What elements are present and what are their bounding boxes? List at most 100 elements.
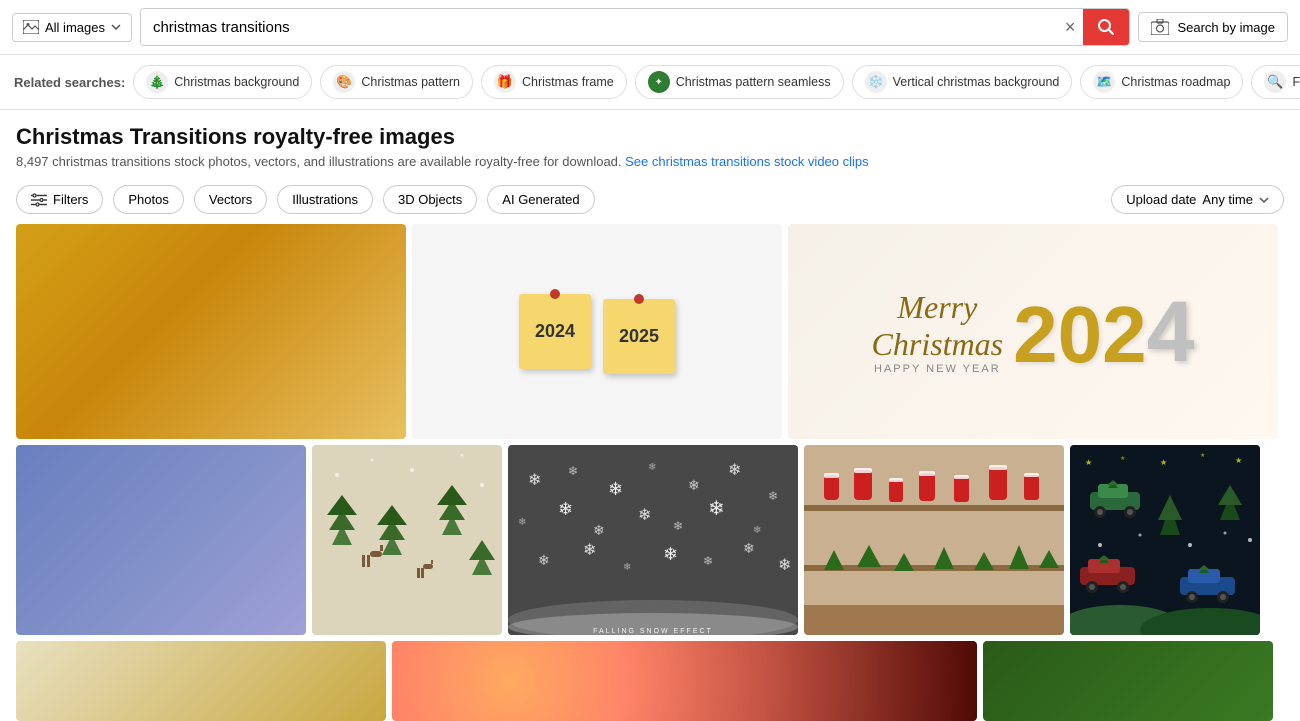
image-item-6[interactable]: ❄ ❄ ❄ ❄ ❄ ❄ ❄ ❄ ❄ ❄ ❄ ❄ ❄ ❄ ❄ ❄ ❄ ❄ ❄ ❄ [508, 445, 798, 635]
filters-label: Filters [53, 192, 88, 207]
santa-shelf-svg [804, 445, 1064, 635]
chip-label-fibers: Fibers [1292, 75, 1300, 89]
year-4-balloon: 4 [1147, 289, 1195, 375]
all-images-label: All images [45, 20, 105, 35]
chip-icon-vertical-christmas: ❄️ [865, 71, 887, 93]
search-input-wrapper: × [140, 8, 1130, 46]
vectors-filter-button[interactable]: Vectors [194, 185, 267, 214]
chip-label-christmas-background: Christmas background [174, 75, 299, 89]
merry-christmas-text: MerryChristmas [872, 289, 1004, 363]
year-numbers-block: 202 4 [1013, 289, 1194, 375]
deer-pattern-svg [312, 445, 502, 635]
svg-text:❄: ❄ [528, 472, 541, 489]
svg-text:❄: ❄ [743, 540, 755, 556]
subtitle-text: 8,497 christmas transitions stock photos… [16, 154, 622, 169]
year-2024-big: 202 [1013, 295, 1146, 375]
chip-icon-christmas-background: 🎄 [146, 71, 168, 93]
upload-date-button[interactable]: Upload date Any time [1111, 185, 1284, 214]
svg-text:❄: ❄ [778, 557, 791, 574]
all-images-button[interactable]: All images [12, 13, 132, 42]
chip-label-christmas-roadmap: Christmas roadmap [1121, 75, 1230, 89]
svg-text:FALLING SNOW EFFECT: FALLING SNOW EFFECT [593, 628, 713, 635]
3d-objects-filter-button[interactable]: 3D Objects [383, 185, 477, 214]
cars-pattern-svg: ★ ★ ★ ★ ★ [1070, 445, 1260, 635]
chevron-down-icon [111, 24, 121, 30]
search-button[interactable] [1083, 8, 1129, 46]
image-row-1: 2024 2025 MerryChristmas HAPPY NEW YEAR … [16, 224, 1284, 439]
chip-icon-christmas-pattern-seamless: ✦ [648, 71, 670, 93]
search-input[interactable] [141, 9, 1057, 45]
image-item-8[interactable]: ★ ★ ★ ★ ★ [1070, 445, 1260, 635]
sticky-note-2025: 2025 [603, 299, 675, 374]
svg-text:★: ★ [1200, 452, 1205, 459]
pin-icon-2025 [634, 294, 644, 304]
image-item-7[interactable] [804, 445, 1064, 635]
svg-text:❄: ❄ [638, 507, 651, 524]
illustrations-filter-button[interactable]: Illustrations [277, 185, 373, 214]
christmas-text-block: MerryChristmas HAPPY NEW YEAR [872, 289, 1014, 375]
svg-text:❄: ❄ [538, 552, 550, 568]
image-item-3[interactable]: MerryChristmas HAPPY NEW YEAR 202 4 [788, 224, 1278, 439]
image-item-4[interactable] [16, 445, 306, 635]
filters-main-button[interactable]: Filters [16, 185, 103, 214]
vectors-label: Vectors [209, 192, 252, 207]
image-item-9[interactable] [16, 641, 386, 721]
svg-text:❄: ❄ [663, 544, 678, 564]
chip-icon-christmas-roadmap: 🗺️ [1093, 71, 1115, 93]
snowflakes-svg: ❄ ❄ ❄ ❄ ❄ ❄ ❄ ❄ ❄ ❄ ❄ ❄ ❄ ❄ ❄ ❄ ❄ ❄ ❄ ❄ [508, 445, 798, 635]
search-by-image-button[interactable]: Search by image [1138, 12, 1288, 42]
svg-text:★: ★ [1120, 455, 1125, 462]
related-searches-bar: Related searches: 🎄 Christmas background… [0, 55, 1300, 110]
video-clips-link[interactable]: See christmas transitions stock video cl… [625, 154, 868, 169]
year-2025-label: 2025 [619, 326, 659, 347]
image-row-3 [16, 641, 1284, 721]
chip-label-christmas-frame: Christmas frame [522, 75, 614, 89]
image-item-10[interactable] [392, 641, 977, 721]
photos-filter-button[interactable]: Photos [113, 185, 183, 214]
camera-icon [1151, 19, 1169, 35]
chip-label-vertical-christmas: Vertical christmas background [893, 75, 1060, 89]
upload-date-wrapper: Upload date Any time [1111, 185, 1284, 214]
svg-text:❄: ❄ [568, 464, 578, 478]
svg-text:❄: ❄ [708, 498, 725, 520]
chip-christmas-background[interactable]: 🎄 Christmas background [133, 65, 312, 99]
clear-button[interactable]: × [1057, 17, 1084, 38]
chip-christmas-frame[interactable]: 🎁 Christmas frame [481, 65, 627, 99]
page-title-section: Christmas Transitions royalty-free image… [0, 110, 1300, 175]
svg-text:❄: ❄ [583, 542, 596, 559]
image-item-5[interactable] [312, 445, 502, 635]
search-icon [1097, 18, 1115, 36]
photos-label: Photos [128, 192, 168, 207]
image-item-1[interactable] [16, 224, 406, 439]
filters-bar: Filters Photos Vectors Illustrations 3D … [0, 175, 1300, 224]
clear-icon: × [1065, 17, 1076, 37]
chip-christmas-pattern-seamless[interactable]: ✦ Christmas pattern seamless [635, 65, 844, 99]
svg-text:❄: ❄ [623, 562, 631, 573]
svg-text:❄: ❄ [673, 519, 683, 533]
svg-text:❄: ❄ [558, 499, 573, 519]
svg-text:❄: ❄ [593, 522, 605, 538]
ai-generated-filter-button[interactable]: AI Generated [487, 185, 594, 214]
chip-vertical-christmas[interactable]: ❄️ Vertical christmas background [852, 65, 1073, 99]
image-item-11[interactable] [983, 641, 1273, 721]
image-row-2: ❄ ❄ ❄ ❄ ❄ ❄ ❄ ❄ ❄ ❄ ❄ ❄ ❄ ❄ ❄ ❄ ❄ ❄ ❄ ❄ [16, 445, 1284, 635]
chip-label-christmas-pattern: Christmas pattern [361, 75, 460, 89]
chip-icon-fibers: 🔍 [1264, 71, 1286, 93]
search-by-image-label: Search by image [1177, 20, 1275, 35]
chevron-down-upload-icon [1259, 197, 1269, 203]
image-grid: 2024 2025 MerryChristmas HAPPY NEW YEAR … [0, 224, 1300, 721]
chip-christmas-roadmap[interactable]: 🗺️ Christmas roadmap [1080, 65, 1243, 99]
search-bar: All images × Search by image [0, 0, 1300, 55]
svg-text:❄: ❄ [608, 479, 623, 499]
chip-christmas-pattern[interactable]: 🎨 Christmas pattern [320, 65, 473, 99]
image-item-2[interactable]: 2024 2025 [412, 224, 782, 439]
pin-icon-2024 [550, 289, 560, 299]
chip-fibers[interactable]: 🔍 Fibers [1251, 65, 1300, 99]
svg-text:❄: ❄ [518, 517, 526, 528]
chip-icon-christmas-pattern: 🎨 [333, 71, 355, 93]
chip-icon-christmas-frame: 🎁 [494, 71, 516, 93]
filters-left: Filters Photos Vectors Illustrations 3D … [16, 185, 595, 214]
illustrations-label: Illustrations [292, 192, 358, 207]
upload-date-value: Any time [1202, 192, 1253, 207]
sliders-icon [31, 193, 47, 207]
